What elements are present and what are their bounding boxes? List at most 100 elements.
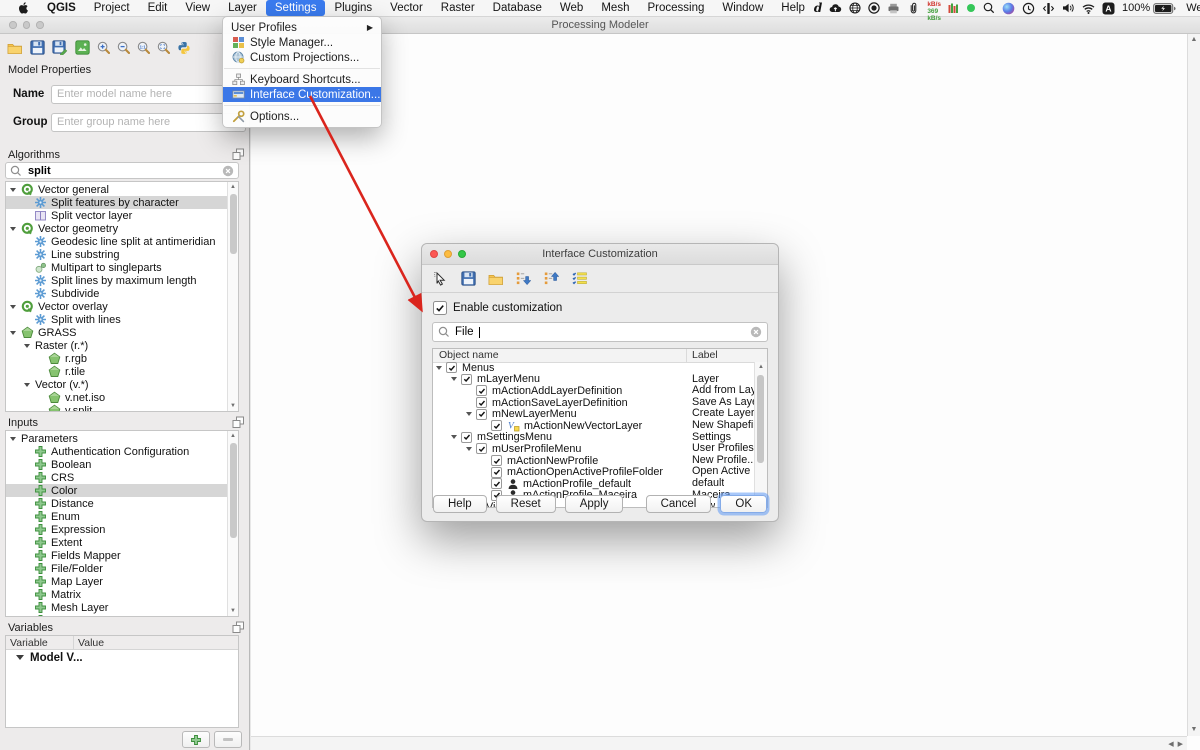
algorithm-search-input[interactable] — [26, 164, 218, 178]
variables-row-model[interactable]: Model V... — [6, 650, 238, 665]
menubar-item-web[interactable]: Web — [551, 0, 592, 16]
tree-item-boolean[interactable]: Boolean — [6, 458, 227, 471]
expander-icon[interactable] — [24, 383, 30, 387]
expander-icon[interactable] — [10, 227, 16, 231]
item-checkbox[interactable] — [476, 385, 487, 396]
item-checkbox[interactable] — [476, 409, 487, 420]
tree-item-geodesic-line-split-at-antimeridian[interactable]: Geodesic line split at antimeridian — [6, 235, 227, 248]
clear-icon[interactable] — [750, 326, 762, 338]
menubar-item-raster[interactable]: Raster — [432, 0, 484, 16]
tree-item-line-substring[interactable]: Line substring — [6, 248, 227, 261]
tree-item-multiple-input[interactable]: Multiple Input — [6, 614, 227, 617]
reset-button[interactable]: Reset — [496, 495, 556, 513]
expander-icon[interactable] — [466, 412, 472, 416]
green-dot-icon[interactable] — [966, 2, 976, 14]
tree-item-extent[interactable]: Extent — [6, 536, 227, 549]
menubar-item-window[interactable]: Window — [713, 0, 772, 16]
menubar-item-view[interactable]: View — [176, 0, 219, 16]
customization-item-mActionNewVectorLayer[interactable]: VmActionNewVectorLayerNew Shapefile ... — [433, 420, 755, 432]
tree-item-map-layer[interactable]: Map Layer — [6, 575, 227, 588]
settings-menu-item-style-manager[interactable]: Style Manager... — [223, 35, 381, 50]
menubar-item-qgis[interactable]: QGIS — [38, 0, 85, 16]
settings-menu-item-user-profiles[interactable]: User Profiles▶ — [223, 20, 381, 35]
printer-icon[interactable] — [887, 2, 900, 14]
tree-item-fields-mapper[interactable]: Fields Mapper — [6, 549, 227, 562]
menubar-clock[interactable]: Wed 23:22 — [1186, 2, 1200, 14]
dialog-traffic-lights[interactable] — [430, 250, 466, 258]
algorithms-tree-scrollbar[interactable]: ▲▼ — [227, 182, 238, 411]
expander-icon[interactable] — [451, 377, 457, 381]
open-customization-icon[interactable] — [488, 272, 504, 286]
expander-icon[interactable] — [24, 344, 30, 348]
settings-menu-item-keyboard-shortcuts[interactable]: Keyboard Shortcuts... — [223, 72, 381, 87]
item-checkbox[interactable] — [491, 478, 502, 489]
cancel-button[interactable]: Cancel — [646, 495, 712, 513]
menubar-item-settings[interactable]: Settings — [266, 0, 326, 16]
customization-item-mNewLayerMenu[interactable]: mNewLayerMenuCreate Layer — [433, 408, 755, 420]
expander-icon[interactable] — [451, 435, 457, 439]
tree-item-vector-geometry[interactable]: Vector geometry — [6, 222, 227, 235]
expander-icon[interactable] — [10, 437, 16, 441]
canvas-vertical-scrollbar[interactable]: ▲▼ — [1187, 33, 1200, 736]
menubar-item-plugins[interactable]: Plugins — [325, 0, 381, 16]
customization-item-Menus[interactable]: Menus — [433, 362, 755, 374]
item-checkbox[interactable] — [461, 374, 472, 385]
tree-item-split-vector-layer[interactable]: Split vector layer — [6, 209, 227, 222]
save-customization-icon[interactable] — [461, 271, 476, 286]
dialog-titlebar[interactable]: Interface Customization — [422, 244, 778, 265]
meter-bars-icon[interactable] — [948, 2, 959, 14]
customization-item-mActionOpenActiveProfileFolder[interactable]: mActionOpenActiveProfileFolderOpen Activ… — [433, 466, 755, 478]
expander-icon[interactable] — [10, 188, 16, 192]
tree-item-v-net-iso[interactable]: v.net.iso — [6, 391, 227, 404]
volume-icon[interactable] — [1062, 2, 1075, 14]
record-icon[interactable] — [868, 2, 880, 14]
menubar-item-database[interactable]: Database — [484, 0, 551, 16]
settings-menu-item-interface-customization[interactable]: Interface Customization... — [223, 87, 381, 102]
tree-item-parameters[interactable]: Parameters — [6, 432, 227, 445]
wifi-icon[interactable] — [1082, 3, 1095, 14]
menubar-item-mesh[interactable]: Mesh — [592, 0, 638, 16]
tree-item-matrix[interactable]: Matrix — [6, 588, 227, 601]
canvas-horizontal-scrollbar[interactable]: ◀▶ — [251, 736, 1187, 750]
expander-icon[interactable] — [10, 331, 16, 335]
tree-item-file-folder[interactable]: File/Folder — [6, 562, 227, 575]
clear-icon[interactable] — [222, 165, 234, 177]
expander-icon[interactable] — [466, 447, 472, 451]
tree-item-multipart-to-singleparts[interactable]: Multipart to singleparts — [6, 261, 227, 274]
time-machine-icon[interactable] — [1022, 2, 1035, 15]
help-button[interactable]: Help — [433, 495, 487, 513]
minimize-icon[interactable] — [444, 250, 452, 258]
tree-item-split-lines-by-maximum-length[interactable]: Split lines by maximum length — [6, 274, 227, 287]
tree-item-distance[interactable]: Distance — [6, 497, 227, 510]
input-source-badge[interactable]: A — [1102, 2, 1115, 15]
tree-item-split-features-by-character[interactable]: Split features by character — [6, 196, 227, 209]
menubar-item-processing[interactable]: Processing — [638, 0, 713, 16]
tree-item-expression[interactable]: Expression — [6, 523, 227, 536]
item-checkbox[interactable] — [476, 397, 487, 408]
menubar-item-vector[interactable]: Vector — [381, 0, 432, 16]
menubar-item-help[interactable]: Help — [772, 0, 814, 16]
customization-item-mActionAddLayerDefinition[interactable]: mActionAddLayerDefinitionAdd from Laye..… — [433, 385, 755, 397]
close-icon[interactable] — [430, 250, 438, 258]
tree-item-raster-r-[interactable]: Raster (r.*) — [6, 339, 227, 352]
spotlight-search-icon[interactable] — [983, 2, 995, 14]
expander-icon[interactable] — [10, 305, 16, 309]
zoom-full-icon[interactable] — [157, 41, 170, 54]
zoom-out-icon[interactable] — [117, 41, 130, 54]
expander-icon[interactable] — [16, 655, 24, 660]
item-checkbox[interactable] — [491, 455, 502, 466]
tree-item-subdivide[interactable]: Subdivide — [6, 287, 227, 300]
model-name-input[interactable] — [51, 85, 246, 104]
customization-item-mActionProfile_default[interactable]: mActionProfile_defaultdefault — [433, 478, 755, 490]
customization-item-mActionSaveLayerDefinition[interactable]: mActionSaveLayerDefinitionSave As Layer … — [433, 397, 755, 409]
tree-item-authentication-configuration[interactable]: Authentication Configuration — [6, 445, 227, 458]
open-model-icon[interactable] — [7, 41, 23, 55]
python-icon[interactable] — [177, 41, 191, 55]
network-speed-text[interactable]: 1,9 kB/s369 kB/s — [927, 0, 941, 22]
siri-icon[interactable] — [1002, 2, 1015, 15]
export-image-icon[interactable] — [75, 40, 90, 55]
item-checkbox[interactable] — [446, 362, 457, 373]
settings-menu-item-options[interactable]: Options... — [223, 109, 381, 124]
menubar-item-project[interactable]: Project — [85, 0, 139, 16]
detach-icon[interactable] — [232, 621, 245, 634]
